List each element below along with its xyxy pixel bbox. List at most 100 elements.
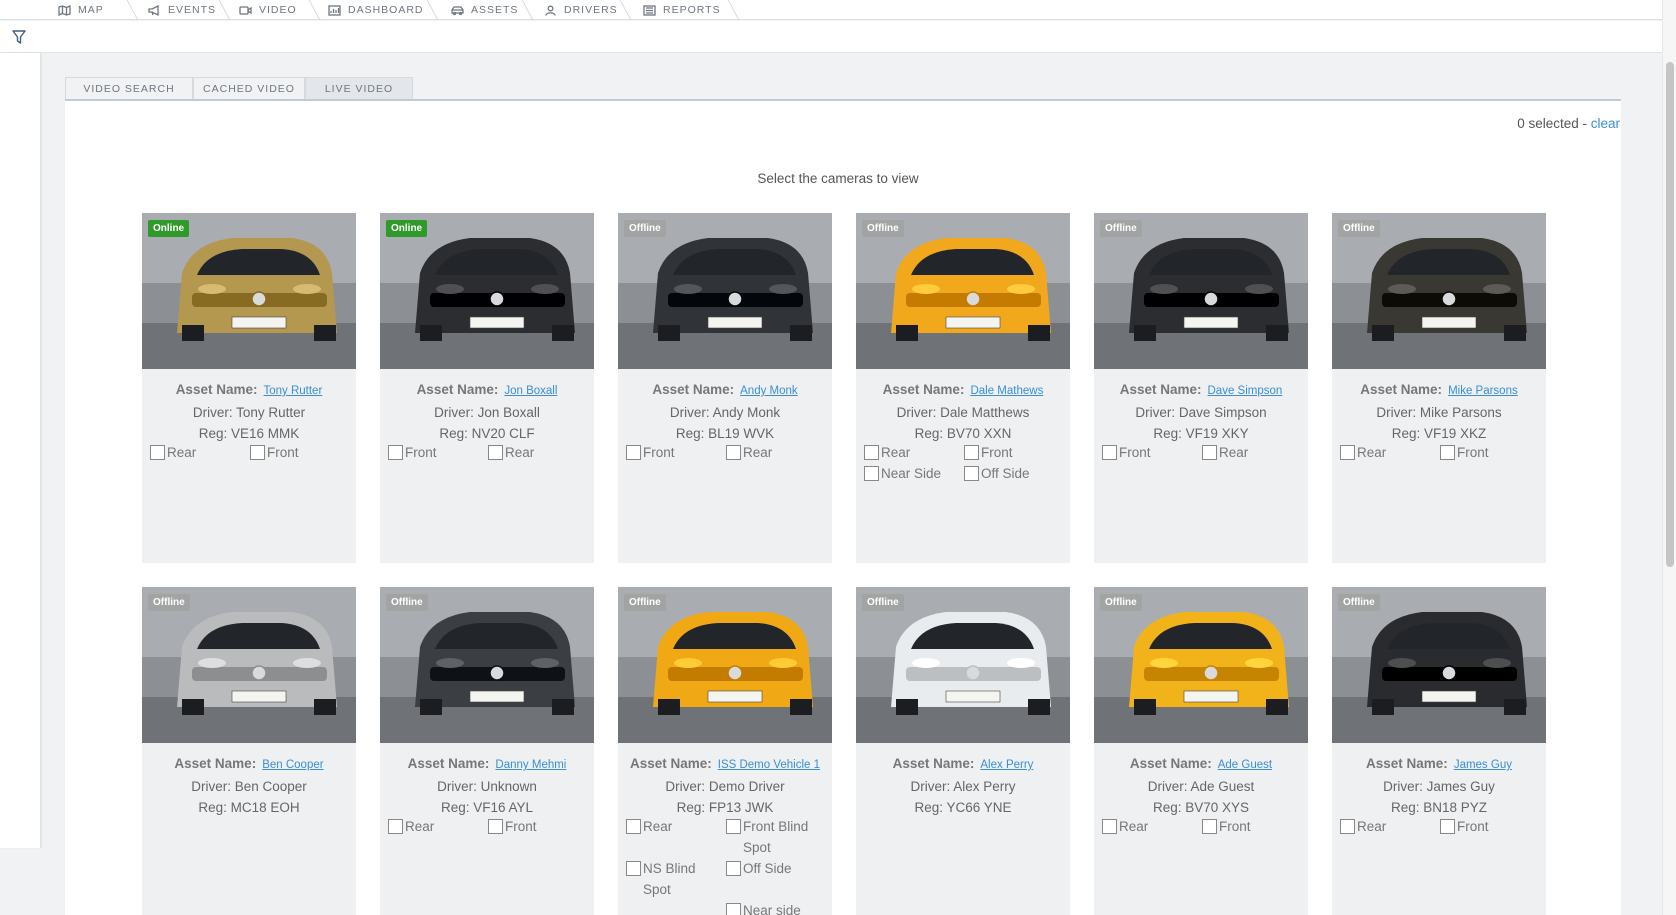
status-badge: Offline <box>148 594 190 611</box>
channel-label: Off Side <box>981 466 1030 481</box>
tab-cached-video[interactable]: CACHED VIDEO <box>193 77 305 99</box>
asset-name-link[interactable]: Danny Mehmi <box>495 759 566 771</box>
tab-video-search[interactable]: VIDEO SEARCH <box>65 77 193 99</box>
checkbox-icon[interactable] <box>964 466 979 481</box>
channel-checkbox-rear[interactable]: Rear <box>726 442 826 463</box>
nav-map[interactable]: MAP <box>48 0 104 20</box>
channel-checkbox-front[interactable]: Front <box>1202 816 1302 837</box>
channel-checkbox-rear[interactable]: Rear <box>1340 442 1440 463</box>
checkbox-icon[interactable] <box>1340 819 1355 834</box>
channel-checkbox-rear[interactable]: Rear <box>1102 816 1202 837</box>
channel-checkbox-front[interactable]: Front <box>1440 442 1540 463</box>
channel-checkbox-off-side[interactable]: Off Side <box>726 858 826 900</box>
asset-name-link[interactable]: Alex Perry <box>980 759 1033 771</box>
channel-checkbox-rear[interactable]: Rear <box>626 816 726 858</box>
asset-name-link[interactable]: Mike Parsons <box>1448 385 1518 397</box>
filter-icon[interactable] <box>10 28 28 46</box>
nav-events[interactable]: EVENTS <box>138 0 216 20</box>
checkbox-icon[interactable] <box>1202 819 1217 834</box>
asset-name-link[interactable]: Ben Cooper <box>262 759 323 771</box>
checkbox-icon[interactable] <box>250 445 265 460</box>
checkbox-icon[interactable] <box>388 445 403 460</box>
channel-checkbox-front[interactable]: Front <box>1440 816 1540 837</box>
tab-live-video[interactable]: LIVE VIDEO <box>305 77 413 99</box>
asset-name-link[interactable]: Dave Simpson <box>1208 385 1283 397</box>
checkbox-icon[interactable] <box>626 819 641 834</box>
checkbox-icon[interactable] <box>388 819 403 834</box>
channel-label: Front <box>1119 445 1151 460</box>
channel-checkbox-front[interactable]: Front <box>1102 442 1202 463</box>
asset-name-link[interactable]: Jon Boxall <box>504 385 557 397</box>
channel-checkbox-rear[interactable]: Rear <box>864 442 964 463</box>
asset-name-link[interactable]: Ade Guest <box>1218 759 1272 771</box>
asset-name-link[interactable]: Dale Mathews <box>970 385 1043 397</box>
checkbox-icon[interactable] <box>1340 445 1355 460</box>
checkbox-icon[interactable] <box>726 445 741 460</box>
checkbox-icon[interactable] <box>726 903 741 915</box>
checkbox-icon[interactable] <box>726 819 741 834</box>
channel-checkbox-front[interactable]: Front <box>250 442 350 463</box>
asset-name-label: Asset Name: <box>892 756 975 771</box>
channel-checkbox-rear[interactable]: Rear <box>1202 442 1302 463</box>
channel-label: Rear <box>405 819 435 834</box>
nav-divider <box>521 0 534 20</box>
checkbox-icon[interactable] <box>1102 445 1117 460</box>
channel-checkbox-near-side[interactable]: Near side <box>726 900 826 915</box>
checkbox-icon[interactable] <box>1440 819 1455 834</box>
camera-card: Online Asset Name: Jon Boxall Driver: Jon B… <box>380 213 594 563</box>
checkbox-icon[interactable] <box>1102 819 1117 834</box>
nav-assets[interactable]: ASSETS <box>441 0 518 20</box>
channel-checkbox-rear[interactable]: Rear <box>1340 816 1440 837</box>
asset-name-link[interactable]: Tony Rutter <box>263 385 322 397</box>
nav-dashboard[interactable]: DASHBOARD <box>318 0 424 20</box>
nav-reports[interactable]: REPORTS <box>633 0 721 20</box>
clear-selection-link[interactable]: clear <box>1591 116 1620 131</box>
channel-checkbox-rear[interactable]: Rear <box>488 442 588 463</box>
checkbox-icon[interactable] <box>864 445 879 460</box>
reg-text: Reg: VE16 MMK <box>198 426 300 441</box>
channel-checkbox-front[interactable]: Front <box>388 442 488 463</box>
selection-summary: 0 selected - clear <box>1517 116 1620 131</box>
channel-checkbox-off-side[interactable]: Off Side <box>964 463 1064 484</box>
checkbox-icon[interactable] <box>626 861 641 876</box>
asset-name-label: Asset Name: <box>1119 382 1202 397</box>
asset-name-link[interactable]: ISS Demo Vehicle 1 <box>718 759 820 771</box>
nav-drivers[interactable]: DRIVERS <box>534 0 618 20</box>
channel-checkbox-front[interactable]: Front <box>626 442 726 463</box>
checkbox-icon[interactable] <box>488 819 503 834</box>
channel-label: Front <box>1219 819 1251 834</box>
checkbox-icon[interactable] <box>626 445 641 460</box>
asset-name-label: Asset Name: <box>174 756 257 771</box>
selection-separator: - <box>1578 116 1591 131</box>
channel-checkbox-front-blind-spot[interactable]: Front Blind Spot <box>726 816 826 858</box>
channel-checkbox-near-side[interactable]: Near Side <box>864 463 964 484</box>
car-icon <box>451 5 464 15</box>
camera-card: Offline Asset Name: James Guy Driver: James… <box>1332 587 1546 915</box>
channel-checkbox-ns-blind-spot[interactable]: NS Blind Spot <box>626 858 726 900</box>
nav-video[interactable]: VIDEO <box>229 0 297 20</box>
scrollbar-thumb[interactable] <box>1666 62 1674 567</box>
checkbox-icon[interactable] <box>488 445 503 460</box>
top-nav: MAP EVENTS VIDEO DASHBOARD ASSETS DRIVERS REPO… <box>0 0 1662 20</box>
channel-checkbox-rear[interactable]: Rear <box>150 442 250 463</box>
channel-label: Near Side <box>881 466 942 481</box>
nav-label: REPORTS <box>663 4 721 16</box>
asset-name-link[interactable]: Andy Monk <box>740 385 798 397</box>
asset-name-link[interactable]: James Guy <box>1454 759 1512 771</box>
asset-name-label: Asset Name: <box>1360 382 1443 397</box>
checkbox-icon[interactable] <box>964 445 979 460</box>
checkbox-icon[interactable] <box>726 861 741 876</box>
report-icon <box>643 4 656 16</box>
channel-checkbox-front[interactable]: Front <box>964 442 1064 463</box>
checkbox-icon[interactable] <box>864 466 879 481</box>
driver-text: Driver: Ade Guest <box>1147 779 1255 794</box>
vertical-scrollbar[interactable] <box>1662 0 1676 915</box>
checkbox-icon[interactable] <box>1440 445 1455 460</box>
camera-channel-list: Rear Front <box>150 442 356 463</box>
checkbox-icon[interactable] <box>150 445 165 460</box>
checkbox-icon[interactable] <box>1202 445 1217 460</box>
channel-checkbox-front[interactable]: Front <box>488 816 588 837</box>
channel-checkbox-rear[interactable]: Rear <box>388 816 488 837</box>
vehicle-photo: Offline <box>618 587 832 743</box>
nav-label: MAP <box>78 4 104 16</box>
